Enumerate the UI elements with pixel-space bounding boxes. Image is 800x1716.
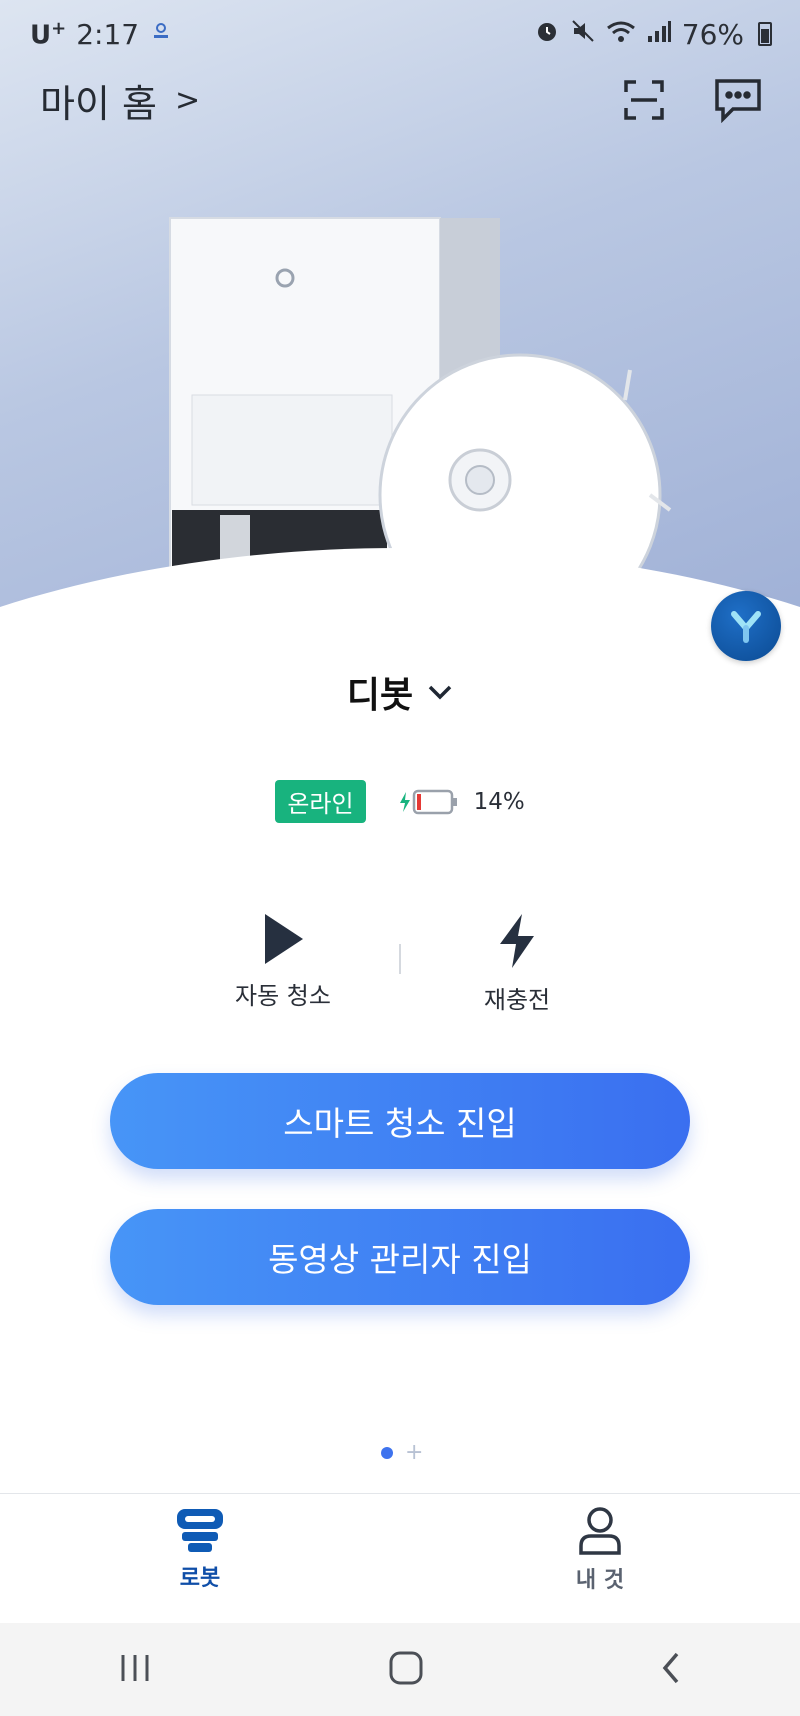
home-title: 마이 홈 bbox=[40, 81, 157, 126]
smart-clean-button[interactable]: 스마트 청소 진입 bbox=[110, 1073, 690, 1169]
nav-mine-label: 내 것 bbox=[575, 1568, 625, 1593]
status-bar: U+ 2:17 76% bbox=[0, 0, 800, 68]
device-name: 디봇 bbox=[346, 675, 414, 716]
chevron-right-icon: > bbox=[174, 82, 201, 118]
device-battery: 14% bbox=[398, 788, 525, 816]
signal-icon bbox=[646, 18, 672, 51]
assistant-y-icon bbox=[731, 611, 761, 643]
action-divider bbox=[399, 944, 401, 974]
status-right: 76% bbox=[534, 18, 772, 51]
assistant-badge[interactable] bbox=[711, 591, 781, 661]
alarm-icon bbox=[534, 18, 560, 51]
video-manager-button[interactable]: 동영상 관리자 진입 bbox=[110, 1209, 690, 1305]
online-badge: 온라인 bbox=[275, 780, 366, 823]
back-icon bbox=[662, 1652, 678, 1683]
message-button[interactable] bbox=[712, 74, 764, 126]
robot-icon bbox=[177, 1509, 223, 1552]
scan-button[interactable] bbox=[618, 74, 670, 126]
bolt-icon bbox=[500, 914, 534, 968]
mute-icon bbox=[570, 18, 596, 51]
charging-battery-icon bbox=[399, 789, 457, 814]
message-icon bbox=[715, 79, 761, 123]
notification-icon bbox=[149, 19, 173, 49]
page-add-icon: + bbox=[405, 1440, 424, 1465]
page-indicator: + bbox=[0, 1442, 800, 1464]
battery-percent-label: 14% bbox=[473, 788, 525, 815]
nav-mine[interactable]: 내 것 bbox=[400, 1494, 800, 1623]
my-home-link[interactable]: 마이 홈 > bbox=[40, 73, 200, 128]
scan-icon bbox=[624, 80, 664, 120]
recent-apps-icon bbox=[121, 1654, 149, 1681]
page-dot-active bbox=[381, 1447, 393, 1459]
hero-curve bbox=[0, 548, 800, 640]
wifi-icon bbox=[606, 18, 636, 51]
recharge-label: 재충전 bbox=[483, 986, 551, 1014]
play-icon bbox=[265, 914, 303, 964]
nav-robot[interactable]: 로봇 bbox=[0, 1494, 400, 1623]
home-button[interactable] bbox=[388, 1650, 424, 1690]
clock: 2:17 bbox=[76, 17, 140, 51]
device-selector[interactable]: 디봇 bbox=[0, 666, 800, 718]
bottom-nav: 로봇 내 것 bbox=[0, 1493, 800, 1623]
chevron-down-icon bbox=[428, 685, 452, 700]
carrier-label: U+ bbox=[30, 17, 67, 51]
auto-clean-action[interactable]: 자동 청소 bbox=[203, 912, 363, 1011]
home-icon bbox=[389, 1651, 423, 1684]
nav-robot-label: 로봇 bbox=[179, 1566, 221, 1591]
device-status-row: 온라인 14% bbox=[0, 780, 800, 823]
auto-clean-label: 자동 청소 bbox=[235, 982, 331, 1010]
top-bar: 마이 홈 > bbox=[0, 72, 800, 128]
person-icon bbox=[579, 1507, 621, 1555]
status-left: U+ 2:17 bbox=[30, 18, 173, 51]
recharge-action[interactable]: 재충전 bbox=[437, 912, 597, 1015]
recent-apps-button[interactable] bbox=[117, 1653, 153, 1687]
top-actions bbox=[618, 74, 764, 126]
system-nav-bar bbox=[0, 1623, 800, 1716]
back-button[interactable] bbox=[659, 1650, 683, 1690]
battery-percent: 76% bbox=[681, 17, 744, 51]
battery-icon bbox=[758, 22, 772, 46]
